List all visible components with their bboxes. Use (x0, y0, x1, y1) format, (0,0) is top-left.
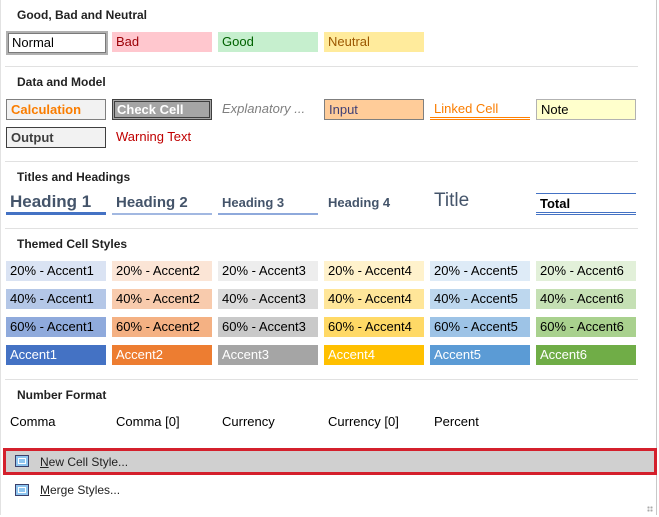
themed-style-accent5[interactable]: Accent5 (430, 345, 530, 365)
themed-style-60-accent6[interactable]: 60% - Accent6 (536, 317, 636, 337)
themed-style-20-accent1[interactable]: 20% - Accent1 (6, 261, 106, 281)
themed-style-accent6[interactable]: Accent6 (536, 345, 636, 365)
themed-style-40-accent6[interactable]: 40% - Accent6 (536, 289, 636, 309)
themed-style-60-accent1[interactable]: 60% - Accent1 (6, 317, 106, 337)
themed-style-40-accent2[interactable]: 40% - Accent2 (112, 289, 212, 309)
new-cell-style-label: New Cell Style... (40, 451, 128, 473)
style-warning-text[interactable]: Warning Text (112, 127, 212, 147)
style-good[interactable]: Good (218, 32, 318, 52)
resize-grip[interactable] (647, 506, 653, 512)
accelerator-key: M (40, 483, 50, 497)
themed-style-20-accent3[interactable]: 20% - Accent3 (218, 261, 318, 281)
themed-style-20-accent6[interactable]: 20% - Accent6 (536, 261, 636, 281)
divider (5, 379, 638, 380)
section-header-titles-headings: Titles and Headings (17, 170, 131, 184)
themed-style-40-accent3[interactable]: 40% - Accent3 (218, 289, 318, 309)
themed-style-accent3[interactable]: Accent3 (218, 345, 318, 365)
style-linked-cell[interactable]: Linked Cell (430, 99, 530, 120)
themed-style-40-accent5[interactable]: 40% - Accent5 (430, 289, 530, 309)
label-text: erge Styles... (50, 483, 121, 497)
themed-style-accent2[interactable]: Accent2 (112, 345, 212, 365)
style-currency[interactable]: Currency (218, 412, 318, 432)
themed-style-60-accent4[interactable]: 60% - Accent4 (324, 317, 424, 337)
style-heading-3[interactable]: Heading 3 (218, 193, 318, 215)
section-header-themed: Themed Cell Styles (17, 237, 128, 251)
cell-styles-gallery: Good, Bad and Neutral Normal Bad Good Ne… (0, 0, 657, 515)
style-total[interactable]: Total (536, 193, 636, 215)
style-neutral[interactable]: Neutral (324, 32, 424, 52)
merge-styles-label: Merge Styles... (40, 479, 120, 501)
merge-styles-menu-item[interactable]: Merge Styles... (5, 478, 655, 502)
style-explanatory[interactable]: Explanatory ... (218, 99, 318, 119)
style-normal[interactable]: Normal (6, 31, 108, 55)
themed-style-20-accent2[interactable]: 20% - Accent2 (112, 261, 212, 281)
themed-style-40-accent4[interactable]: 40% - Accent4 (324, 289, 424, 309)
themed-style-accent4[interactable]: Accent4 (324, 345, 424, 365)
style-currency-0[interactable]: Currency [0] (324, 412, 424, 432)
divider (5, 66, 638, 67)
themed-style-60-accent5[interactable]: 60% - Accent5 (430, 317, 530, 337)
style-percent[interactable]: Percent (430, 412, 530, 432)
divider (5, 161, 638, 162)
label-text: ew Cell Style... (48, 455, 129, 469)
merge-styles-icon (15, 484, 29, 496)
style-comma[interactable]: Comma (6, 412, 106, 432)
themed-style-60-accent3[interactable]: 60% - Accent3 (218, 317, 318, 337)
style-input[interactable]: Input (324, 99, 424, 120)
new-cell-style-icon (15, 455, 29, 467)
themed-style-40-accent1[interactable]: 40% - Accent1 (6, 289, 106, 309)
style-output[interactable]: Output (6, 127, 106, 148)
style-title[interactable]: Title (430, 189, 530, 213)
divider (5, 228, 638, 229)
themed-style-20-accent5[interactable]: 20% - Accent5 (430, 261, 530, 281)
style-heading-1[interactable]: Heading 1 (6, 191, 106, 215)
section-header-good-bad-neutral: Good, Bad and Neutral (17, 8, 148, 22)
style-note[interactable]: Note (536, 99, 636, 120)
style-heading-4[interactable]: Heading 4 (324, 193, 424, 213)
accelerator-key: N (40, 455, 49, 469)
themed-style-accent1[interactable]: Accent1 (6, 345, 106, 365)
style-check-cell[interactable]: Check Cell (112, 99, 212, 120)
style-bad[interactable]: Bad (112, 32, 212, 52)
themed-style-60-accent2[interactable]: 60% - Accent2 (112, 317, 212, 337)
themed-style-20-accent4[interactable]: 20% - Accent4 (324, 261, 424, 281)
style-comma-0[interactable]: Comma [0] (112, 412, 212, 432)
style-calculation[interactable]: Calculation (6, 99, 106, 120)
section-header-data-model: Data and Model (17, 75, 106, 89)
style-heading-2[interactable]: Heading 2 (112, 192, 212, 215)
section-header-number-format: Number Format (17, 388, 107, 402)
new-cell-style-menu-item[interactable]: New Cell Style... (3, 448, 657, 475)
